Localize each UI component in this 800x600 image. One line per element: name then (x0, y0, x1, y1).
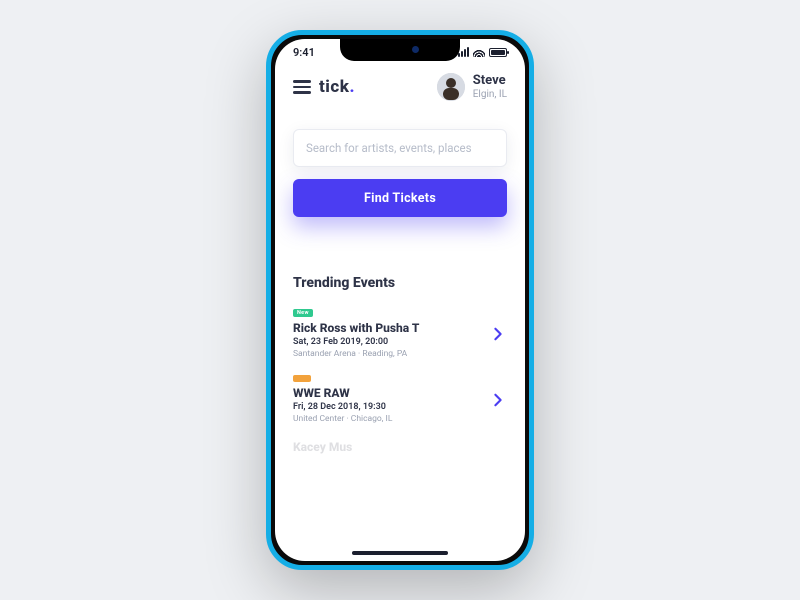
user-name: Steve (473, 74, 507, 88)
find-tickets-button[interactable]: Find Tickets (293, 179, 507, 217)
event-date: Sat, 23 Feb 2019, 20:00 (293, 337, 419, 347)
phone-screen: 9:41 tick. (275, 39, 525, 561)
event-title: Rick Ross with Pusha T (293, 321, 419, 335)
event-row[interactable]: Kacey Mus (293, 432, 507, 462)
home-indicator[interactable] (352, 551, 448, 555)
brand-name: tick (319, 77, 349, 97)
search-input[interactable] (306, 141, 494, 155)
battery-icon (489, 48, 507, 57)
event-row[interactable]: WWE RAW Fri, 28 Dec 2018, 19:30 United C… (293, 367, 507, 432)
brand-block: tick. (293, 77, 355, 97)
event-tag: New (293, 309, 313, 317)
trending-heading: Trending Events (293, 275, 507, 291)
user-block[interactable]: Steve Elgin, IL (437, 73, 507, 101)
brand-logo[interactable]: tick. (319, 77, 355, 97)
event-location: Santander Arena · Reading, PA (293, 349, 419, 359)
event-location: United Center · Chicago, IL (293, 414, 392, 424)
chevron-right-icon (489, 325, 507, 343)
status-time: 9:41 (293, 46, 315, 59)
event-row[interactable]: New Rick Ross with Pusha T Sat, 23 Feb 2… (293, 301, 507, 367)
event-title: WWE RAW (293, 386, 392, 400)
wifi-icon (473, 48, 485, 57)
user-location: Elgin, IL (473, 89, 507, 100)
event-title: Kacey Mus (293, 440, 352, 454)
notch (340, 39, 460, 61)
chevron-right-icon (489, 391, 507, 409)
search-field[interactable] (293, 129, 507, 167)
hamburger-icon[interactable] (293, 80, 311, 94)
avatar (437, 73, 465, 101)
event-date: Fri, 28 Dec 2018, 19:30 (293, 402, 392, 412)
event-tag (293, 375, 311, 382)
app-content: tick. Steve Elgin, IL Find Tickets T (275, 39, 525, 561)
brand-dot: . (349, 77, 355, 97)
app-header: tick. Steve Elgin, IL (293, 73, 507, 101)
phone-frame: 9:41 tick. (266, 30, 534, 570)
